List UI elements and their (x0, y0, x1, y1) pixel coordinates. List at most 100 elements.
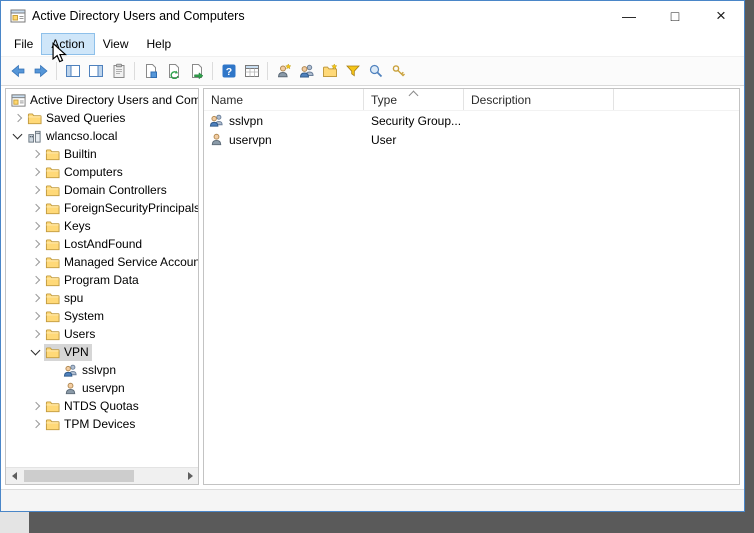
tree-item-uservpn[interactable]: uservpn (6, 379, 198, 397)
column-header-label: Name (211, 93, 244, 107)
tree-item-foreign-security-principals[interactable]: ForeignSecurityPrincipals (6, 199, 198, 217)
toolbar-separator (56, 62, 57, 80)
minimize-button[interactable]: — (606, 1, 652, 31)
expander-icon[interactable] (28, 271, 44, 289)
expander-icon[interactable] (28, 145, 44, 163)
group-icon (63, 363, 78, 378)
column-header-description[interactable]: Description (464, 89, 614, 110)
tree-item-label: Active Directory Users and Computers (30, 93, 198, 107)
tree-item-label: VPN (64, 345, 89, 359)
export-list-icon (189, 63, 205, 79)
expander-icon[interactable] (28, 289, 44, 307)
create-group-button[interactable] (295, 60, 318, 83)
tree-item-program-data[interactable]: Program Data (6, 271, 198, 289)
menu-view[interactable]: View (94, 34, 138, 54)
folder-icon (45, 399, 60, 414)
app-window: Active Directory Users and Computers — □… (0, 0, 745, 512)
column-header-label: Description (471, 93, 532, 107)
tree-item-managed-service-accounts[interactable]: Managed Service Accounts (6, 253, 198, 271)
tree-item-builtin[interactable]: Builtin (6, 145, 198, 163)
cell-name: uservpn (229, 132, 272, 147)
expander-icon[interactable] (28, 199, 44, 217)
forward-icon (33, 63, 49, 79)
tree-item-domain[interactable]: wlancso.local (6, 127, 198, 145)
maximize-button[interactable]: □ (652, 1, 698, 31)
window-controls: — □ × (606, 1, 744, 31)
scroll-left-arrow-icon[interactable] (6, 468, 22, 484)
create-user-button[interactable] (272, 60, 295, 83)
console-tree-toggle-icon (65, 63, 81, 79)
keys-icon (391, 63, 407, 79)
refresh-button[interactable] (162, 60, 185, 83)
expander-icon[interactable] (28, 343, 44, 361)
properties-button[interactable] (139, 60, 162, 83)
set-filter-button[interactable] (341, 60, 364, 83)
column-header-type[interactable]: Type (364, 89, 464, 110)
expander-icon[interactable] (28, 307, 44, 325)
folder-icon (45, 417, 60, 432)
console-tree-toggle-button[interactable] (61, 60, 84, 83)
columns-button[interactable] (240, 60, 263, 83)
expander-icon[interactable] (28, 235, 44, 253)
expander-icon[interactable] (28, 217, 44, 235)
list-row-sslvpn[interactable]: sslvpn Security Group... (204, 111, 739, 130)
tree-item-saved-queries[interactable]: Saved Queries (6, 109, 198, 127)
tree-item-sslvpn[interactable]: sslvpn (6, 361, 198, 379)
clipboard-button[interactable] (107, 60, 130, 83)
tree-item-tpm-devices[interactable]: TPM Devices (6, 415, 198, 433)
expander-icon[interactable] (10, 127, 26, 145)
cell-name: sslvpn (229, 113, 264, 128)
tree-item-label: sslvpn (82, 363, 117, 377)
scrollbar-thumb[interactable] (24, 470, 134, 482)
folder-icon (45, 219, 60, 234)
expander-icon[interactable] (10, 109, 26, 127)
tree-item-system[interactable]: System (6, 307, 198, 325)
tree-item-computers[interactable]: Computers (6, 163, 198, 181)
help-icon (221, 63, 237, 79)
menu-action[interactable]: Action (41, 32, 95, 55)
menu-file[interactable]: File (5, 34, 42, 54)
tree-item-label: Users (64, 327, 96, 341)
folder-icon (45, 201, 60, 216)
action-pane-toggle-button[interactable] (84, 60, 107, 83)
column-header-label: Type (371, 93, 398, 107)
scroll-right-arrow-icon[interactable] (182, 468, 198, 484)
expander-icon[interactable] (28, 181, 44, 199)
expander-icon[interactable] (28, 325, 44, 343)
tree-item-domain-controllers[interactable]: Domain Controllers (6, 181, 198, 199)
tree-item-lost-and-found[interactable]: LostAndFound (6, 235, 198, 253)
tree-item-spu[interactable]: spu (6, 289, 198, 307)
tree-item-vpn[interactable]: VPN (6, 343, 198, 361)
back-button[interactable] (6, 60, 29, 83)
menu-help[interactable]: Help (138, 34, 181, 54)
tree-item-ntds-quotas[interactable]: NTDS Quotas (6, 397, 198, 415)
find-button[interactable] (364, 60, 387, 83)
title-bar[interactable]: Active Directory Users and Computers — □… (1, 1, 744, 31)
forward-button[interactable] (29, 60, 52, 83)
console-tree: Active Directory Users and Computers Sav… (6, 91, 198, 467)
tree-item-keys[interactable]: Keys (6, 217, 198, 235)
help-button[interactable] (217, 60, 240, 83)
expander-icon[interactable] (28, 253, 44, 271)
window-title: Active Directory Users and Computers (32, 9, 245, 23)
column-header-name[interactable]: Name (204, 89, 364, 110)
column-header-filler (614, 89, 739, 110)
group-icon (209, 113, 224, 128)
tree-item-root[interactable]: Active Directory Users and Computers (6, 91, 198, 109)
export-list-button[interactable] (185, 60, 208, 83)
keys-button[interactable] (387, 60, 410, 83)
tree-item-label: Saved Queries (46, 111, 126, 125)
list-header: Name Type Description (204, 89, 739, 111)
back-icon (10, 63, 26, 79)
list-row-uservpn[interactable]: uservpn User (204, 130, 739, 149)
tree-item-users[interactable]: Users (6, 325, 198, 343)
expander-icon[interactable] (28, 415, 44, 433)
folder-icon (45, 255, 60, 270)
create-ou-button[interactable] (318, 60, 341, 83)
background-window-fragment (0, 512, 29, 533)
expander-icon[interactable] (28, 397, 44, 415)
user-icon (209, 132, 224, 147)
tree-horizontal-scrollbar[interactable] (6, 467, 198, 484)
expander-icon[interactable] (28, 163, 44, 181)
close-button[interactable]: × (698, 1, 744, 31)
